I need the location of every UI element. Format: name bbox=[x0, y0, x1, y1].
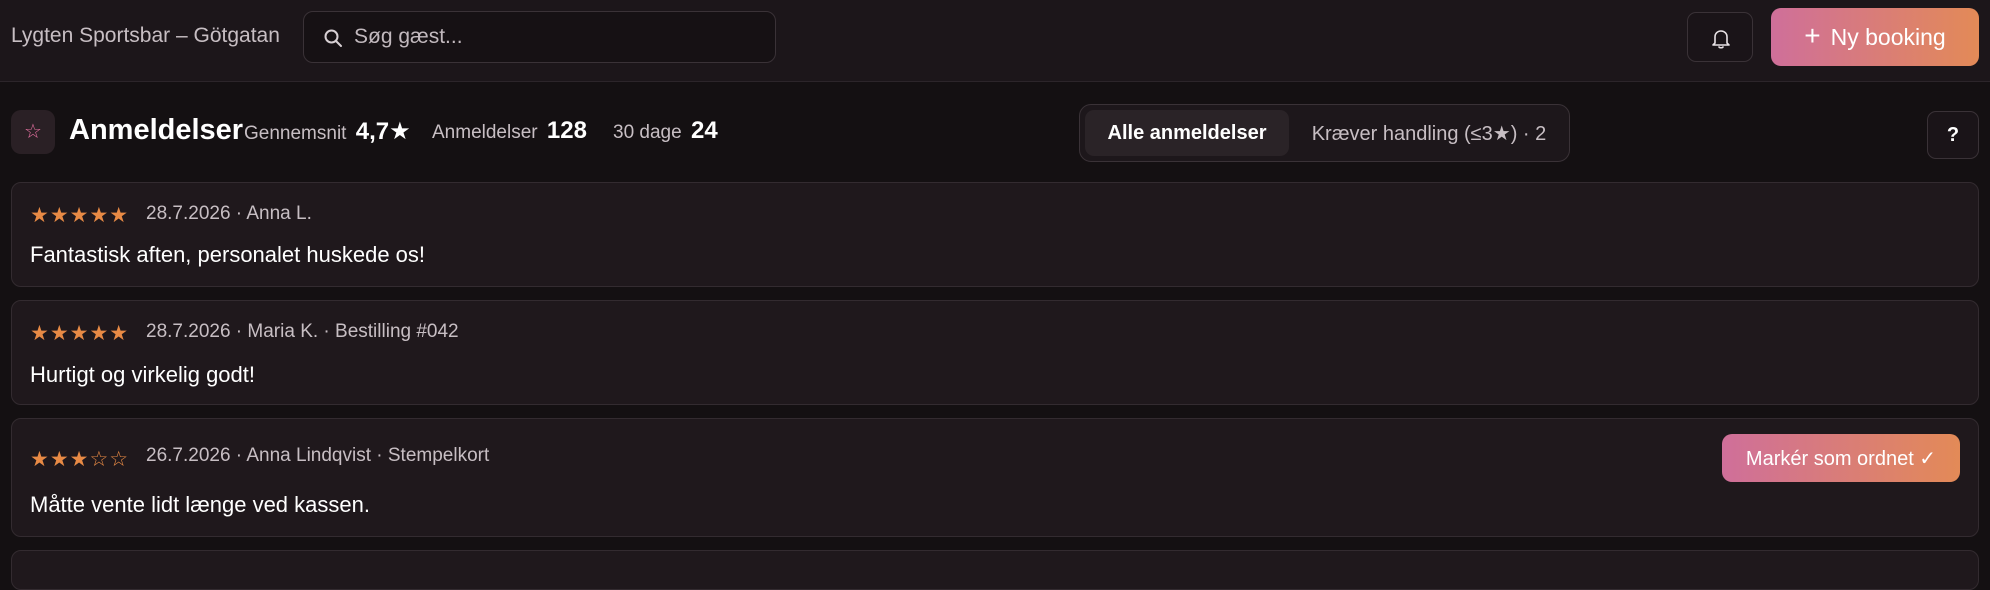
reviews-header: ☆ Anmeldelser Gennemsnit 4,7★ Anmeldelse… bbox=[0, 82, 1990, 178]
venue-name: Lygten Sportsbar – Götgatan bbox=[11, 24, 280, 47]
top-bar: Lygten Sportsbar – Götgatan + Ny booking bbox=[0, 0, 1990, 82]
stat-average: Gennemsnit 4,7★ bbox=[244, 117, 411, 146]
review-meta: 26.7.2026 · Anna Lindqvist · Stempelkort bbox=[146, 445, 490, 466]
title-icon-box: ☆ bbox=[11, 110, 55, 154]
review-filter: Alle anmeldelser Kræver handling (≤3★) ·… bbox=[1079, 104, 1570, 162]
search-icon bbox=[324, 29, 342, 47]
review-text: Fantastisk aften, personalet huskede os! bbox=[30, 242, 426, 267]
review-card-partial bbox=[11, 550, 1979, 590]
search-box[interactable] bbox=[303, 11, 776, 63]
stat-last-30-days: 30 dage 24 bbox=[613, 117, 718, 145]
review-meta: 28.7.2026 · Maria K. · Bestilling #042 bbox=[146, 321, 459, 342]
plus-icon: + bbox=[1804, 20, 1821, 51]
new-booking-label: Ny booking bbox=[1830, 23, 1946, 50]
notifications-button[interactable] bbox=[1687, 12, 1753, 62]
review-card: ★★★★★ 28.7.2026 · Maria K. · Bestilling … bbox=[11, 300, 1979, 405]
filter-needs-action[interactable]: Kræver handling (≤3★) · 2 bbox=[1294, 110, 1564, 156]
new-booking-button[interactable]: + Ny booking bbox=[1771, 8, 1979, 66]
stat-last-30-value: 24 bbox=[690, 117, 718, 144]
review-text: Måtte vente lidt længe ved kassen. bbox=[30, 492, 370, 517]
stat-average-value: 4,7★ bbox=[355, 118, 411, 145]
stat-count-value: 128 bbox=[546, 117, 587, 144]
help-button[interactable]: ? bbox=[1927, 111, 1979, 159]
search-input[interactable] bbox=[354, 12, 764, 62]
page-title: Anmeldelser bbox=[69, 114, 244, 146]
rating-stars: ★★★☆☆ bbox=[30, 448, 130, 471]
review-card: ★★★☆☆ 26.7.2026 · Anna Lindqvist · Stemp… bbox=[11, 418, 1979, 537]
rating-stars: ★★★★★ bbox=[30, 322, 130, 345]
stat-count-label: Anmeldelser bbox=[432, 122, 538, 143]
star-icon: ☆ bbox=[24, 121, 42, 143]
stat-count: Anmeldelser 128 bbox=[432, 117, 587, 145]
review-text: Hurtigt og virkelig godt! bbox=[30, 362, 255, 387]
bell-icon bbox=[1712, 30, 1730, 49]
rating-stars: ★★★★★ bbox=[30, 204, 130, 227]
stat-last-30-label: 30 dage bbox=[613, 122, 682, 143]
review-card: ★★★★★ 28.7.2026 · Anna L. Fantastisk aft… bbox=[11, 182, 1979, 287]
mark-resolved-button[interactable]: Markér som ordnet ✓ bbox=[1722, 434, 1960, 482]
stat-average-label: Gennemsnit bbox=[244, 123, 347, 144]
filter-all-reviews[interactable]: Alle anmeldelser bbox=[1085, 110, 1289, 156]
review-meta: 28.7.2026 · Anna L. bbox=[146, 203, 312, 224]
